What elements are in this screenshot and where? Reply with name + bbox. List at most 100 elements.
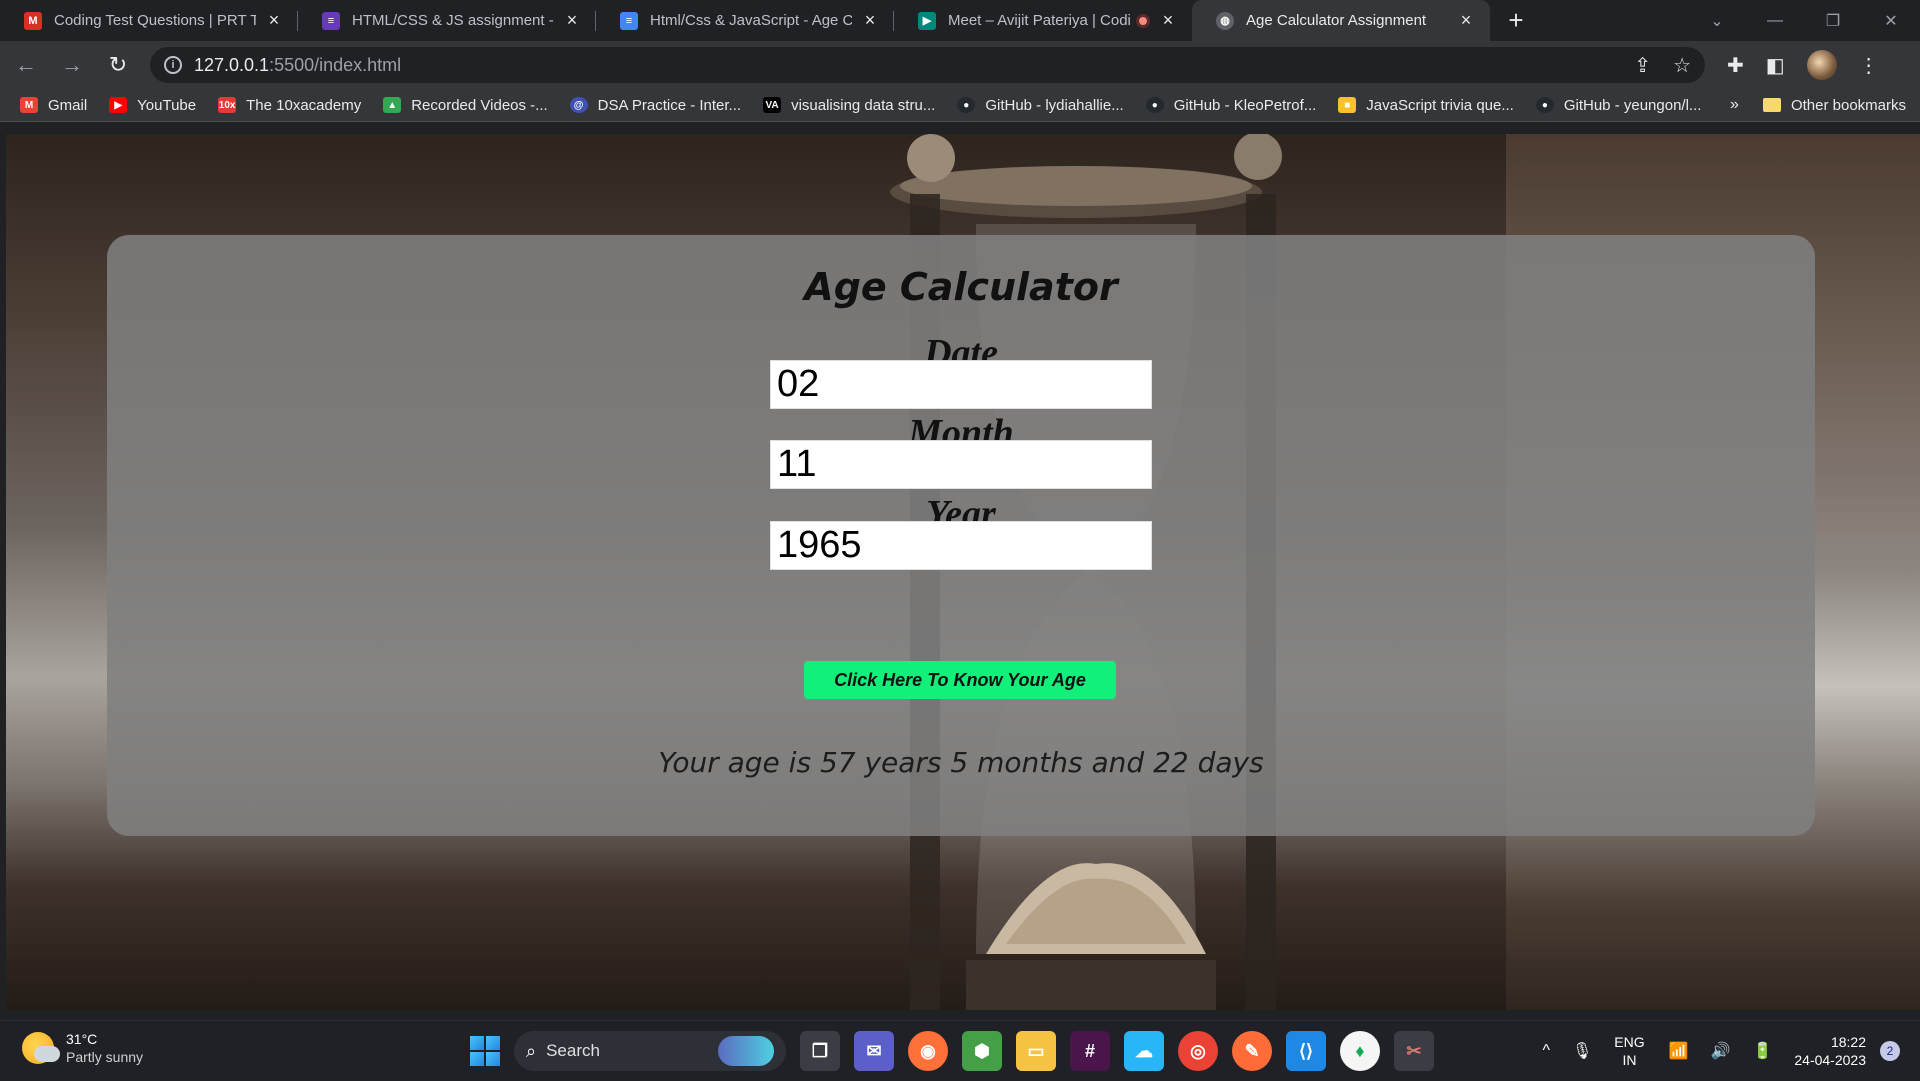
bookmark-visualising[interactable]: VA visualising data stru...	[763, 97, 935, 114]
at-icon: @	[569, 97, 588, 113]
language-code: ENG	[1614, 1034, 1645, 1050]
address-bar[interactable]: i 127.0.0.1:5500/index.html ⇪ ☆	[150, 47, 1705, 83]
page-viewport: Age Calculator Date Month Year Click Her…	[6, 134, 1920, 1010]
month-input[interactable]	[770, 440, 1152, 489]
drive-icon: ▲	[383, 97, 402, 113]
recording-icon	[1136, 13, 1150, 28]
region-code: IN	[1622, 1052, 1637, 1068]
chat-icon[interactable]: ✉	[854, 1031, 894, 1071]
bookmark-label: Recorded Videos -...	[411, 96, 548, 114]
chevron-up-icon[interactable]: ^	[1542, 1042, 1550, 1060]
tab-title: Html/Css & JavaScript - Age Calc	[650, 12, 852, 29]
github-icon: ●	[1145, 97, 1164, 113]
weather-condition: Partly sunny	[66, 1049, 144, 1065]
close-icon[interactable]: ×	[860, 10, 880, 31]
partly-sunny-icon	[22, 1032, 60, 1064]
clock-time: 18:22	[1830, 1034, 1866, 1050]
10x-icon: 10x	[218, 97, 237, 113]
bookmark-gmail[interactable]: M Gmail	[20, 97, 87, 114]
github-icon: ●	[1535, 97, 1554, 113]
back-button[interactable]: ←	[6, 45, 46, 85]
windows-start-icon[interactable]	[470, 1036, 500, 1066]
share-icon[interactable]: ⇪	[1634, 53, 1651, 78]
search-label: Search	[546, 1041, 600, 1060]
globe-icon: ◍	[1216, 11, 1234, 30]
tab-strip: M Coding Test Questions | PRT Test × ≡ H…	[0, 0, 1920, 41]
task-view-icon[interactable]: ❐	[800, 1031, 840, 1071]
slack-icon[interactable]: #	[1070, 1031, 1110, 1071]
notification-badge[interactable]: 2	[1880, 1041, 1900, 1061]
gmail-icon: M	[24, 11, 42, 30]
tab-meet[interactable]: ▶ Meet – Avijit Pateriya | Codin ×	[894, 0, 1192, 41]
restore-button[interactable]: ❐	[1804, 11, 1862, 31]
bookmark-star-icon[interactable]: ☆	[1673, 53, 1691, 78]
profile-avatar[interactable]	[1806, 50, 1837, 80]
tab-age-calculator[interactable]: ◍ Age Calculator Assignment ×	[1192, 0, 1490, 41]
bookmark-recorded-videos[interactable]: ▲ Recorded Videos -...	[383, 96, 548, 114]
bookmark-github-kleo[interactable]: ● GitHub - KleoPetrof...	[1145, 96, 1317, 114]
site-info-icon[interactable]: i	[164, 56, 182, 74]
minimize-button[interactable]: —	[1746, 12, 1804, 30]
folder-icon	[1762, 98, 1781, 112]
tab-title: HTML/CSS & JS assignment - Ag	[352, 12, 554, 29]
github-icon: ●	[957, 97, 976, 113]
chrome-icon[interactable]: ◎	[1178, 1031, 1218, 1071]
forms-icon: ≡	[322, 11, 340, 30]
url-host: 127.0.0.1	[194, 54, 270, 75]
volume-icon[interactable]: 🔊	[1711, 1041, 1731, 1061]
date-input[interactable]	[770, 360, 1152, 409]
tab-title: Coding Test Questions | PRT Test	[54, 12, 256, 29]
tab-coding-test[interactable]: M Coding Test Questions | PRT Test ×	[0, 0, 298, 41]
bookmark-github-yeungon[interactable]: ● GitHub - yeungon/l...	[1535, 96, 1702, 114]
bookmark-youtube[interactable]: ▶ YouTube	[109, 97, 196, 114]
meet-icon: ▶	[918, 11, 936, 30]
firefox-icon[interactable]: ◉	[908, 1031, 948, 1071]
age-result-text: Your age is 57 years 5 months and 22 day…	[658, 746, 1264, 779]
tab-html-docs[interactable]: ≡ Html/Css & JavaScript - Age Calc ×	[596, 0, 894, 41]
youtube-icon: ▶	[109, 97, 128, 113]
bookmark-github-lydia[interactable]: ● GitHub - lydiahallie...	[957, 97, 1124, 114]
menu-icon[interactable]: ⋮	[1859, 53, 1879, 78]
age-calculator-card: Age Calculator Date Month Year Click Her…	[107, 235, 1815, 836]
new-tab-button[interactable]: +	[1496, 0, 1536, 41]
more-bookmarks-chevron-icon[interactable]: »	[1730, 96, 1739, 114]
weather-app-icon[interactable]: ☁	[1124, 1031, 1164, 1071]
weather-widget[interactable]: 31°C Partly sunny	[22, 1031, 143, 1065]
file-explorer-icon[interactable]: ▭	[1016, 1031, 1056, 1071]
temperature: 31°C	[66, 1031, 98, 1047]
close-icon[interactable]: ×	[1158, 10, 1178, 31]
bookmark-10xacademy[interactable]: 10x The 10xacademy	[218, 97, 361, 114]
taskbar-search[interactable]: ⌕ Search	[514, 1031, 786, 1071]
postman-icon[interactable]: ✎	[1232, 1031, 1272, 1071]
browser-toolbar: ← → ↻ i 127.0.0.1:5500/index.html ⇪ ☆ ✚ …	[0, 41, 1920, 89]
tab-html-assignment[interactable]: ≡ HTML/CSS & JS assignment - Ag ×	[298, 0, 596, 41]
mongodb-icon[interactable]: ♦	[1340, 1031, 1380, 1071]
year-input[interactable]	[770, 521, 1152, 570]
bookmark-label: GitHub - yeungon/l...	[1563, 96, 1702, 114]
close-icon[interactable]: ×	[562, 10, 582, 31]
language-indicator[interactable]: ENG IN	[1614, 1033, 1644, 1069]
nodejs-icon[interactable]: ⬢	[962, 1031, 1002, 1071]
battery-icon[interactable]: 🔋	[1752, 1041, 1772, 1061]
other-bookmarks-folder[interactable]: Other bookmarks	[1762, 97, 1906, 114]
forward-button[interactable]: →	[52, 45, 92, 85]
bookmark-label: GitHub - KleoPetrof...	[1173, 96, 1317, 114]
side-panel-icon[interactable]: ◧	[1766, 53, 1785, 78]
system-tray: ^ 🎙 ENG IN 📶 🔊 🔋 18:22 24-04-2023 2	[1542, 1021, 1920, 1081]
calculate-age-button[interactable]: Click Here To Know Your Age	[804, 661, 1116, 699]
search-highlight-icon	[718, 1036, 774, 1066]
close-icon[interactable]: ×	[1456, 10, 1476, 31]
tab-search-icon[interactable]: ⌄	[1688, 11, 1746, 31]
bookmark-js-trivia[interactable]: ■ JavaScript trivia que...	[1338, 97, 1514, 114]
reload-button[interactable]: ↻	[98, 45, 138, 85]
snipping-tool-icon[interactable]: ✂	[1394, 1031, 1434, 1071]
bookmark-dsa-practice[interactable]: @ DSA Practice - Inter...	[569, 97, 741, 114]
microphone-icon[interactable]: 🎙	[1572, 1041, 1592, 1061]
extensions-icon[interactable]: ✚	[1727, 53, 1744, 78]
close-icon[interactable]: ×	[264, 10, 284, 31]
close-window-button[interactable]: ✕	[1862, 11, 1920, 31]
clock[interactable]: 18:22 24-04-2023	[1794, 1033, 1866, 1069]
bookmark-label: The 10xacademy	[246, 96, 362, 114]
vscode-icon[interactable]: ⟨⟩	[1286, 1031, 1326, 1071]
wifi-icon[interactable]: 📶	[1669, 1041, 1689, 1061]
